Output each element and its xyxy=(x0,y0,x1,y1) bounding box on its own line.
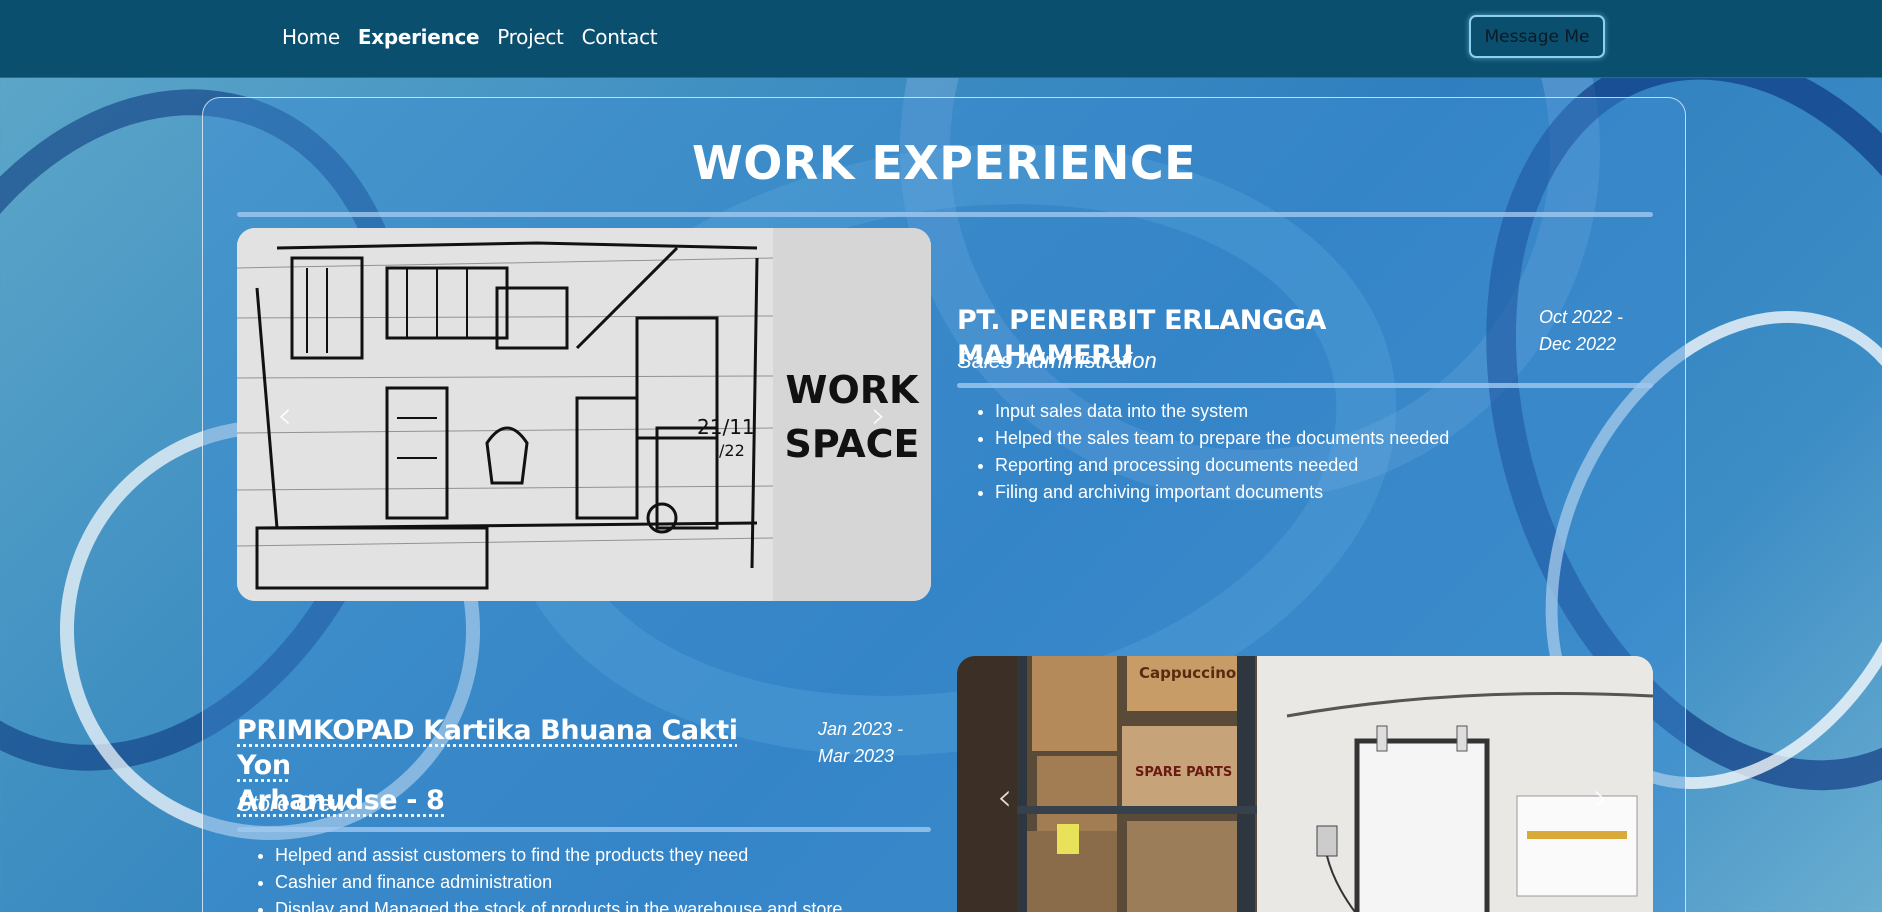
carousel-prev-icon[interactable]: ‹ xyxy=(997,775,1012,819)
box-label-cappuccino: Cappuccino xyxy=(1139,664,1236,682)
carousel-next-icon[interactable]: › xyxy=(871,393,886,437)
duties-list: Helped and assist customers to find the … xyxy=(239,842,929,912)
list-item: Display and Managed the stock of product… xyxy=(275,896,929,912)
date-end: Mar 2023 xyxy=(818,743,894,770)
list-item: Reporting and processing documents neede… xyxy=(995,452,1639,479)
store-image-carousel: Cappuccino SPARE PARTS ‹ › xyxy=(957,656,1653,912)
company-name-line1: PRIMKOPAD Kartika Bhuana Cakti Yon xyxy=(237,715,738,781)
job-role: Store Crew xyxy=(237,791,347,817)
nav-link-experience[interactable]: Experience xyxy=(358,25,479,49)
job-role: Sales Administration xyxy=(957,348,1157,374)
duties-list: Input sales data into the system Helped … xyxy=(959,398,1639,506)
list-item: Filing and archiving important documents xyxy=(995,479,1639,506)
title-divider xyxy=(237,212,1653,217)
workspace-image-carousel: 21/11 /22 WORK SPACE ‹ › xyxy=(237,228,931,601)
job-divider xyxy=(957,383,1653,388)
date-end: Dec 2022 xyxy=(1539,331,1616,358)
list-item: Input sales data into the system xyxy=(995,398,1639,425)
sketch-date: 21/11 xyxy=(697,415,755,439)
section-title: WORK EXPERIENCE xyxy=(203,136,1685,190)
list-item: Helped the sales team to prepare the doc… xyxy=(995,425,1639,452)
box-label-spare-parts: SPARE PARTS xyxy=(1135,765,1232,780)
message-me-button[interactable]: Message Me xyxy=(1469,15,1605,58)
nav-link-contact[interactable]: Contact xyxy=(582,25,658,49)
list-item: Helped and assist customers to find the … xyxy=(275,842,929,869)
job-divider xyxy=(237,827,931,832)
nav-link-home[interactable]: Home xyxy=(282,25,340,49)
top-navbar: Home Experience Project Contact Message … xyxy=(0,0,1882,78)
store-warehouse-image: Cappuccino SPARE PARTS xyxy=(957,656,1653,912)
work-experience-panel: WORK EXPERIENCE 21/11 /22 WORK SPACE ‹ ›… xyxy=(202,97,1686,912)
workspace-label-line2: SPACE xyxy=(785,422,920,466)
workspace-label-line1: WORK xyxy=(786,368,920,412)
date-start: Oct 2022 - xyxy=(1539,304,1623,331)
nav-links: Home Experience Project Contact xyxy=(282,0,657,73)
workspace-sketch-image: 21/11 /22 WORK SPACE xyxy=(237,228,931,601)
list-item: Cashier and finance administration xyxy=(275,869,929,896)
carousel-next-icon[interactable]: › xyxy=(1593,775,1608,819)
sketch-year: /22 xyxy=(719,441,745,460)
date-start: Jan 2023 - xyxy=(818,716,903,743)
nav-link-project[interactable]: Project xyxy=(497,25,563,49)
carousel-prev-icon[interactable]: ‹ xyxy=(277,393,292,437)
